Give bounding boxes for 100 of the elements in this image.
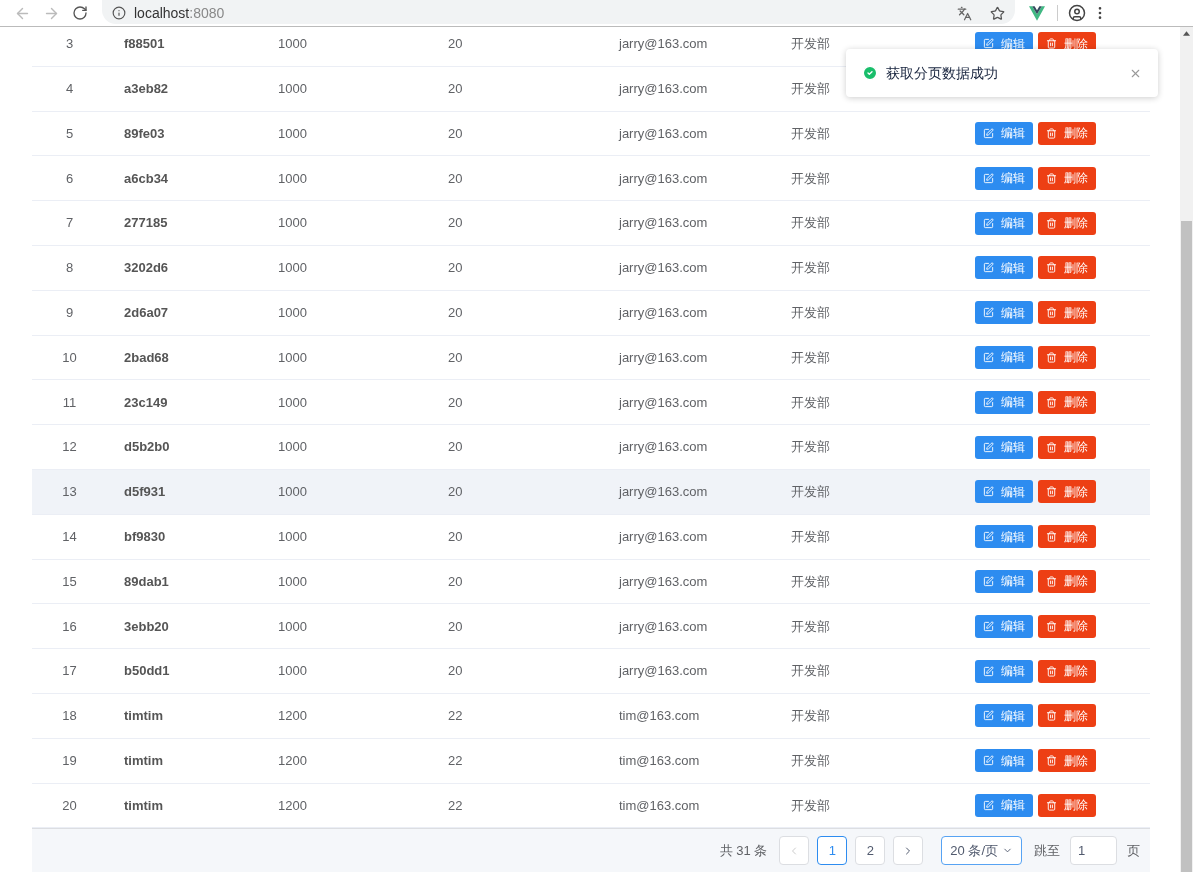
trash-icon: [1046, 755, 1057, 767]
edit-button[interactable]: 编辑: [975, 614, 1033, 638]
department-cell: 开发部: [791, 618, 830, 634]
name-cell: 2bad68: [124, 349, 169, 365]
salary-cell: 1000: [278, 573, 307, 589]
age-cell: 20: [448, 304, 463, 320]
name-cell: a3eb82: [124, 80, 169, 96]
trash-icon: [1046, 262, 1057, 274]
trash-icon: [1046, 307, 1057, 319]
salary-cell: 1000: [278, 304, 307, 320]
vue-extension-icon[interactable]: [1029, 5, 1045, 21]
edit-icon: [983, 531, 994, 543]
trash-icon: [1046, 531, 1057, 543]
email-cell: jarry@163.com: [619, 349, 708, 365]
page-button[interactable]: 2: [855, 836, 886, 865]
edit-button[interactable]: 编辑: [975, 211, 1033, 235]
email-cell: jarry@163.com: [619, 439, 708, 455]
page-jump-field[interactable]: 1: [1070, 836, 1117, 865]
department-cell: 开发部: [791, 573, 830, 589]
edit-button[interactable]: 编辑: [975, 122, 1033, 145]
edit-button[interactable]: 编辑: [975, 749, 1033, 773]
delete-button[interactable]: 删除: [1038, 480, 1096, 504]
delete-button[interactable]: 删除: [1038, 569, 1096, 593]
email-cell: tim@163.com: [619, 708, 700, 724]
edit-button[interactable]: 编辑: [975, 480, 1033, 504]
edit-button[interactable]: 编辑: [975, 704, 1033, 728]
department-cell: 开发部: [791, 797, 830, 813]
edit-button[interactable]: 编辑: [975, 390, 1033, 414]
age-cell: 20: [448, 663, 463, 679]
edit-icon: [983, 710, 994, 722]
total-count: 共 31 条: [719, 841, 768, 860]
delete-button[interactable]: 删除: [1038, 749, 1096, 773]
age-cell: 22: [448, 708, 463, 724]
name-cell: timtim: [124, 752, 163, 768]
salary-cell: 1000: [278, 484, 307, 500]
salary-cell: 1000: [278, 36, 307, 52]
edit-button[interactable]: 编辑: [975, 256, 1033, 280]
delete-button[interactable]: 删除: [1038, 211, 1096, 235]
delete-button[interactable]: 删除: [1038, 166, 1096, 190]
age-cell: 22: [448, 752, 463, 768]
edit-button[interactable]: 编辑: [975, 569, 1033, 593]
address-bar[interactable]: localhost:8080: [102, 0, 1015, 24]
trash-icon: [1046, 710, 1057, 722]
edit-button[interactable]: 编辑: [975, 166, 1033, 190]
department-cell: 开发部: [791, 439, 830, 455]
delete-button[interactable]: 删除: [1038, 256, 1096, 280]
email-cell: jarry@163.com: [619, 484, 708, 500]
reload-icon[interactable]: [72, 5, 88, 21]
name-cell: d5b2b0: [124, 439, 170, 455]
name-cell: 3202d6: [124, 260, 169, 276]
edit-button[interactable]: 编辑: [975, 525, 1033, 549]
delete-button[interactable]: 删除: [1038, 525, 1096, 549]
name-cell: timtim: [124, 708, 163, 724]
name-cell: b50dd1: [124, 663, 170, 679]
name-cell: timtim: [124, 797, 163, 813]
department-cell: 开发部: [791, 528, 830, 544]
toast-message: 获取分页数据成功: [886, 63, 998, 83]
trash-icon: [1046, 575, 1057, 587]
delete-button[interactable]: 删除: [1038, 345, 1096, 369]
edit-button[interactable]: 编辑: [975, 301, 1033, 325]
delete-button[interactable]: 删除: [1038, 301, 1096, 325]
department-cell: 开发部: [791, 215, 830, 231]
trash-icon: [1046, 217, 1057, 229]
index-cell-text: 6: [65, 169, 74, 188]
salary-cell: 1000: [278, 618, 307, 634]
trash-icon: [1046, 441, 1057, 453]
email-cell: jarry@163.com: [619, 260, 708, 276]
delete-button[interactable]: 删除: [1038, 122, 1096, 145]
index-cell-text: 10: [62, 348, 77, 367]
email-cell: tim@163.com: [619, 752, 700, 768]
edit-button[interactable]: 编辑: [975, 659, 1033, 683]
edit-icon: [983, 396, 994, 408]
delete-button[interactable]: 删除: [1038, 614, 1096, 638]
edit-button[interactable]: 编辑: [975, 435, 1033, 459]
jump-label: 跳至: [1034, 841, 1060, 860]
name-cell: 89fe03: [124, 125, 165, 141]
index-cell-text: 11: [62, 393, 77, 412]
edit-icon: [983, 262, 994, 274]
star-icon[interactable]: [990, 5, 1005, 21]
salary-cell: 1000: [278, 349, 307, 365]
delete-button[interactable]: 删除: [1038, 659, 1096, 683]
edit-button[interactable]: 编辑: [975, 793, 1033, 817]
page-size-select[interactable]: 20 条/页: [941, 836, 1022, 865]
delete-button[interactable]: 删除: [1038, 793, 1096, 817]
salary-cell: 1200: [278, 797, 307, 813]
index-cell-text: 7: [65, 214, 74, 233]
translate-icon[interactable]: [957, 5, 972, 21]
profile-icon[interactable]: [1068, 4, 1086, 22]
edit-button[interactable]: 编辑: [975, 345, 1033, 369]
page-button[interactable]: 1: [817, 836, 848, 865]
delete-button[interactable]: 删除: [1038, 390, 1096, 414]
salary-cell: 1000: [278, 528, 307, 544]
department-cell: 开发部: [791, 394, 830, 410]
age-cell: 20: [448, 215, 463, 231]
name-cell: 277185: [124, 215, 168, 231]
scroll-up-icon[interactable]: [1183, 31, 1190, 36]
delete-button[interactable]: 删除: [1038, 704, 1096, 728]
delete-button[interactable]: 删除: [1038, 435, 1096, 459]
email-cell: jarry@163.com: [619, 528, 708, 544]
scrollbar-thumb[interactable]: [1181, 221, 1192, 872]
